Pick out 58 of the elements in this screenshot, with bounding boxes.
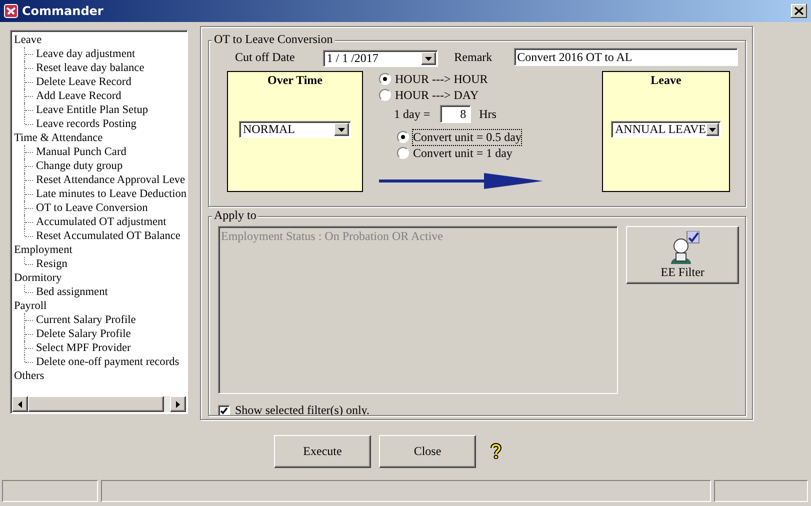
ee-filter-button[interactable]: EE Filter [626,226,739,284]
scrollbar-thumb[interactable] [28,396,164,412]
help-icon[interactable] [490,443,502,459]
hours-field[interactable]: 8 [440,105,472,123]
tree-item[interactable]: Accumulated OT adjustment [36,215,166,229]
radio-button[interactable] [379,73,391,85]
tree-item[interactable]: Time & Attendance [14,131,103,145]
tree-item[interactable]: Payroll [14,299,47,313]
radio-label[interactable]: HOUR ---> HOUR [395,72,488,86]
tree-item[interactable]: Delete Salary Profile [36,327,131,341]
leave-dropdown[interactable]: ANNUAL LEAVE [611,121,721,138]
tree-item[interactable]: Late minutes to Leave Deduction [36,187,187,201]
tree-item[interactable]: Delete Leave Record [36,75,132,89]
day-label: 1 day = [394,106,430,122]
tree-item[interactable]: Select MPF Provider [36,341,131,355]
tree-item[interactable]: Reset leave day balance [36,61,144,75]
tree-item[interactable]: Delete one-off payment records [36,355,180,369]
checkbox[interactable] [218,404,230,416]
radio-button[interactable] [397,131,409,143]
overtime-dropdown[interactable]: NORMAL [239,121,351,138]
remark-label: Remark [454,50,492,64]
group-title: Apply to [212,208,258,223]
tree-item[interactable]: Resign [36,257,68,271]
scroll-left-icon[interactable] [12,396,28,412]
tree-item[interactable]: Leave [14,33,42,47]
action-button[interactable]: Execute [274,434,371,468]
close-button[interactable] [791,4,807,18]
radio-label[interactable]: Convert unit = 1 day [413,146,512,160]
tree-item[interactable]: Dormitory [14,271,62,285]
window-title: Commander [22,4,104,18]
tree-item[interactable]: Reset Accumulated OT Balance [36,229,180,243]
filter-item: Employment Status : On Probation OR Active [221,229,444,244]
scroll-right-icon[interactable] [170,396,186,412]
app-icon [4,4,18,18]
radio-label[interactable]: HOUR ---> DAY [395,88,479,102]
tree-item[interactable]: Others [14,369,44,383]
action-button[interactable]: Close [379,434,476,468]
tree-item[interactable]: Reset Attendance Approval Leve [36,173,186,187]
radio-button[interactable] [379,89,391,101]
tree-item[interactable]: Leave Entitle Plan Setup [36,103,148,117]
tree-item[interactable]: Manual Punch Card [36,145,126,159]
tree-item[interactable]: Employment [14,243,72,257]
tree-item[interactable]: OT to Leave Conversion [36,201,148,215]
checkbox-label[interactable]: Show selected filter(s) only. [235,403,370,418]
box-title: Over Time [268,72,322,88]
box-title: Leave [650,72,682,88]
radio-button[interactable] [397,147,409,159]
date-field[interactable]: 1 / 1 /2017 [322,50,438,67]
tree-item[interactable]: Bed assignment [36,285,108,299]
remark-field[interactable]: Convert 2016 OT to AL [514,48,738,66]
cutoff-date-label: Cut off Date [235,50,295,64]
tree-item[interactable]: Leave records Posting [36,117,136,131]
tree-item[interactable]: Change duty group [36,159,123,173]
tree-item[interactable]: Add Leave Record [36,89,122,103]
tree-item[interactable]: Current Salary Profile [36,313,136,327]
tree-item[interactable]: Leave day adjustment [36,47,136,61]
radio-label[interactable]: Convert unit = 0.5 day [413,130,522,144]
hours-unit: Hrs [479,106,496,122]
